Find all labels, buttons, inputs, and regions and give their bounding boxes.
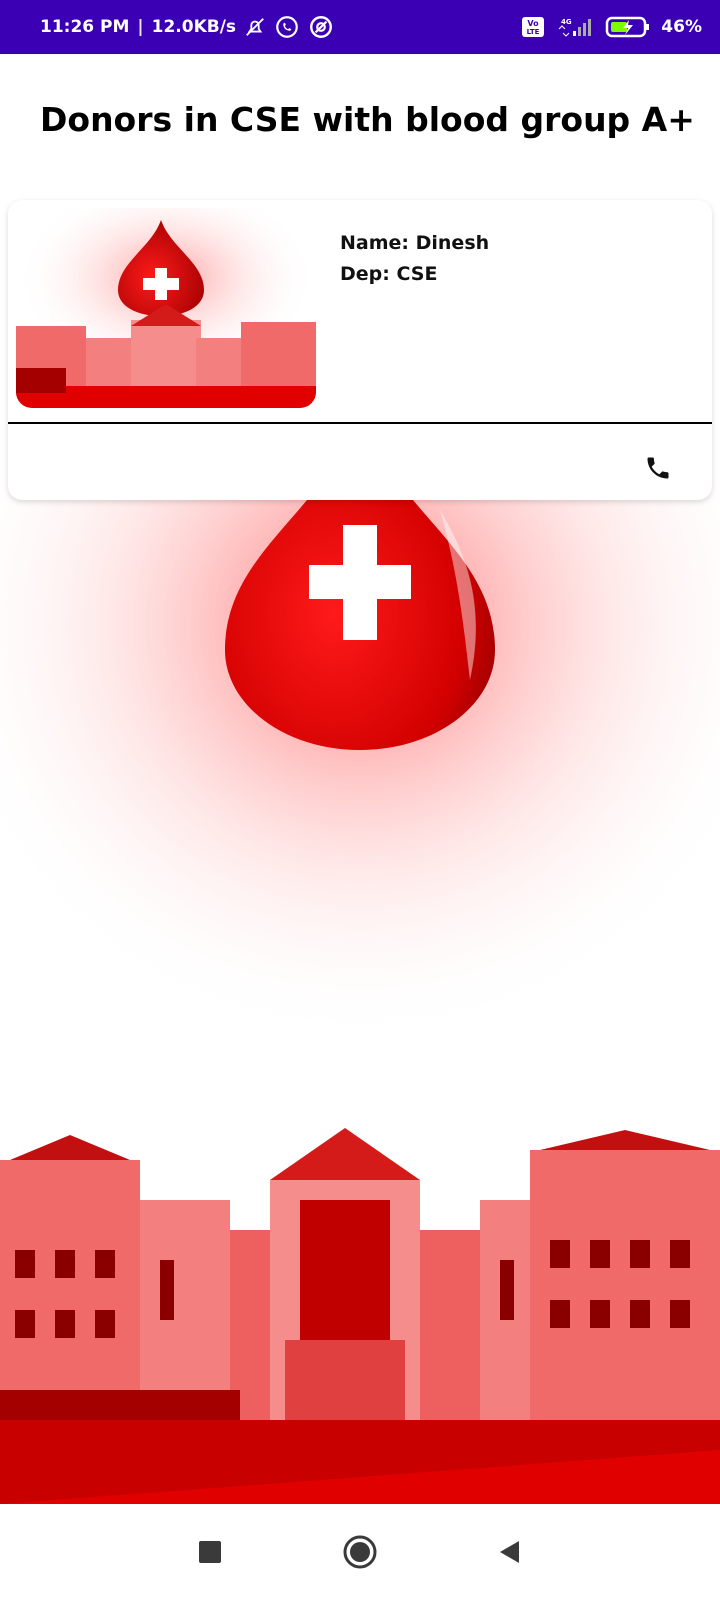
status-right: Vo LTE 4G 46% [521, 15, 702, 39]
back-triangle-icon [500, 1541, 519, 1563]
volte-icon: Vo LTE [521, 15, 545, 39]
donor-department: Dep: CSE [340, 263, 438, 285]
blood-drop-logo-image [16, 208, 316, 408]
back-button[interactable] [486, 1528, 534, 1576]
background-college-building [0, 1120, 720, 1504]
battery-charging-icon [605, 15, 651, 39]
recents-button[interactable] [186, 1528, 234, 1576]
donor-name: Name: Dinesh [340, 232, 490, 254]
page-title: Donors in CSE with blood group A+ [40, 100, 695, 139]
status-bar: 11:26 PM | 12.0KB/s Vo LTE 4G 46% [0, 0, 720, 54]
phone-icon [647, 457, 669, 479]
status-left: 11:26 PM | 12.0KB/s [40, 14, 334, 40]
donor-card[interactable]: Name: Dinesh Dep: CSE [8, 200, 712, 500]
status-separator: | [137, 17, 144, 37]
home-circle-icon [343, 1535, 377, 1569]
status-time: 11:26 PM [40, 17, 130, 37]
at-icon [308, 14, 334, 40]
network-speed: 12.0KB/s [151, 17, 237, 37]
home-button[interactable] [336, 1528, 384, 1576]
svg-text:4G: 4G [561, 18, 572, 26]
donor-card-image [16, 208, 316, 408]
battery-percent: 46% [661, 17, 702, 37]
donor-info: Name: Dinesh Dep: CSE [340, 228, 489, 290]
mute-bell-icon [244, 16, 266, 38]
recents-square-icon [199, 1541, 221, 1563]
navigation-bar [0, 1504, 720, 1600]
svg-text:LTE: LTE [527, 28, 540, 36]
call-button[interactable] [638, 448, 678, 488]
signal-icon: 4G [555, 15, 595, 39]
svg-text:Vo: Vo [528, 19, 540, 28]
card-divider [8, 422, 712, 424]
whatsapp-icon [274, 14, 300, 40]
